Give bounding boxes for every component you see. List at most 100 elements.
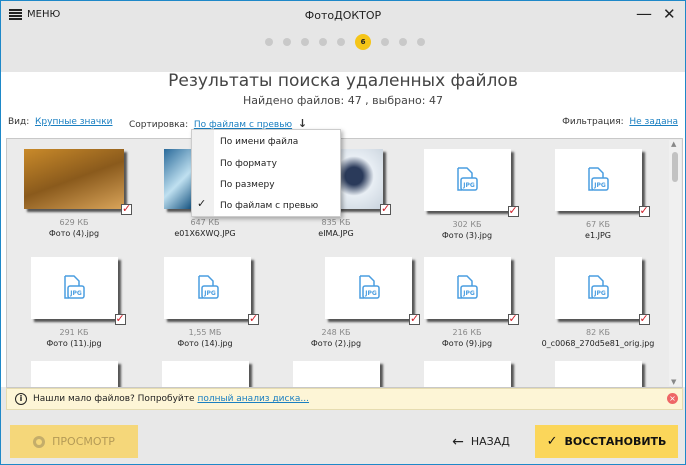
file-name: e1.JPG [585,231,611,240]
file-size: 1,55 МБ [188,328,222,337]
view-label: Вид: [8,117,30,127]
file-item-partial[interactable] [271,361,401,387]
file-thumbnail[interactable] [161,361,249,387]
file-name: 0_c0068_270d5e81_orig.jpg [541,339,655,348]
preview-label: ПРОСМОТР [52,435,115,448]
scrollbar[interactable]: ▲ ▼ [669,140,681,386]
file-thumbnail[interactable]: ✓ [24,149,132,215]
file-name: Фото (2).jpg [310,339,362,348]
file-thumbnail[interactable]: JPG ✓ [554,257,650,325]
filter-label: Фильтрация: [562,117,624,127]
step-dot-current: 6 [355,34,371,50]
file-thumbnail[interactable]: JPG ✓ [423,149,519,217]
file-item[interactable]: JPG ✓ 291 КБ Фото (11).jpg [9,257,139,348]
file-size: 248 КБ [321,328,351,337]
view-control: Вид: Крупные значки [8,117,113,127]
step-dot [417,38,425,46]
svg-text:JPG: JPG [203,290,216,297]
step-dot [319,38,327,46]
file-thumbnail[interactable] [292,361,380,387]
file-item[interactable]: JPG ✓ 216 КБ Фото (9).jpg [402,257,532,348]
restore-button[interactable]: ✓ ВОССТАНОВИТЬ [535,425,678,458]
sort-option-size[interactable]: По размеру [220,180,275,190]
step-dot [283,38,291,46]
jpg-file-icon: JPG [457,275,478,299]
check-icon: ✓ [546,434,558,449]
file-size: 82 КБ [586,328,610,337]
back-label: НАЗАД [470,435,510,448]
sort-dropdown-menu: По имени файла По формату По размеру ✓ П… [191,129,341,217]
step-dot [399,38,407,46]
file-checkbox[interactable]: ✓ [507,205,519,217]
arrow-left-icon: ← [452,433,464,450]
step-dot [337,38,345,46]
file-thumbnail[interactable] [30,361,118,387]
step-dot [265,38,273,46]
file-size: 302 КБ [452,220,482,229]
file-thumbnail[interactable]: JPG ✓ [554,149,650,217]
close-banner-icon[interactable]: × [667,393,678,404]
file-checkbox[interactable]: ✓ [121,203,132,215]
file-thumbnail[interactable]: JPG ✓ [30,257,126,325]
file-thumbnail[interactable]: JPG ✓ [164,257,259,325]
filter-control: Фильтрация: Не задана [562,117,678,127]
file-size: 291 КБ [59,328,89,337]
close-button[interactable]: ✕ [663,5,676,23]
svg-text:JPG: JPG [593,290,606,297]
sort-option-format[interactable]: По формату [220,159,277,169]
file-checkbox[interactable]: ✓ [507,313,519,325]
file-checkbox[interactable]: ✓ [114,313,126,325]
file-size: 216 КБ [452,328,482,337]
scrollbar-thumb[interactable] [672,152,678,182]
file-name: eIMA.JPG [318,229,354,238]
file-item[interactable]: JPG ✓ 67 КБ e1.JPG [533,149,663,240]
scroll-down-icon[interactable]: ▼ [671,378,676,386]
file-item-partial[interactable] [402,361,532,387]
full-scan-link[interactable]: полный анализ диска... [197,394,309,404]
file-item[interactable]: JPG ✓ 302 КБ Фото (3).jpg [402,149,532,240]
file-thumbnail[interactable]: JPG ✓ [423,257,519,325]
jpg-file-icon: JPG [588,167,609,191]
file-thumbnail[interactable] [423,361,511,387]
svg-text:JPG: JPG [593,182,606,189]
sort-label: Сортировка: [129,120,189,130]
file-size: 629 КБ [59,218,89,227]
preview-button[interactable]: ПРОСМОТР [10,425,138,458]
file-item-partial[interactable] [9,361,139,387]
file-checkbox[interactable]: ✓ [380,203,391,215]
file-name: Фото (4).jpg [48,229,100,238]
info-banner: i Нашли мало файлов? Попробуйте полный а… [6,388,683,410]
file-checkbox[interactable]: ✓ [638,313,650,325]
file-item[interactable]: JPG ✓ 248 КБ Фото (2).jpg [271,257,420,348]
sort-option-name[interactable]: По имени файла [220,137,298,147]
svg-text:JPG: JPG [462,182,475,189]
scroll-up-icon[interactable]: ▲ [671,140,676,148]
file-checkbox[interactable]: ✓ [638,205,650,217]
title-bar: МЕНЮ ФотоДОКТОР — ✕ 6 [1,1,685,72]
file-thumbnail[interactable] [554,361,642,387]
jpg-file-icon: JPG [64,275,85,299]
step-indicator: 6 [265,34,425,50]
sort-option-preview[interactable]: По файлам с превью [220,201,318,211]
file-item-partial[interactable] [140,361,270,387]
view-mode-link[interactable]: Крупные значки [35,117,113,127]
svg-text:JPG: JPG [69,290,82,297]
file-item[interactable]: JPG ✓ 82 КБ 0_c0068_270d5e81_orig.jpg [533,257,663,348]
svg-text:JPG: JPG [462,290,475,297]
file-thumbnail[interactable]: JPG ✓ [325,257,420,325]
svg-text:JPG: JPG [364,290,377,297]
file-size: 647 КБ [190,218,220,227]
app-window: МЕНЮ ФотоДОКТОР — ✕ 6 Результаты поиска … [0,0,686,465]
file-size: 835 КБ [321,218,351,227]
app-title: ФотоДОКТОР [304,9,382,22]
back-button[interactable]: ← НАЗАД [441,425,521,458]
file-name: Фото (14).jpg [177,339,233,348]
minimize-button[interactable]: — [636,4,652,23]
file-item[interactable]: JPG ✓ 1,55 МБ Фото (14).jpg [140,257,270,348]
file-item[interactable]: ✓ 629 КБ Фото (4).jpg [9,149,139,238]
file-checkbox[interactable]: ✓ [248,313,259,325]
file-item-partial[interactable] [533,361,663,387]
filter-link[interactable]: Не задана [629,117,678,127]
jpg-file-icon: JPG [358,275,380,299]
eye-icon [33,435,46,448]
